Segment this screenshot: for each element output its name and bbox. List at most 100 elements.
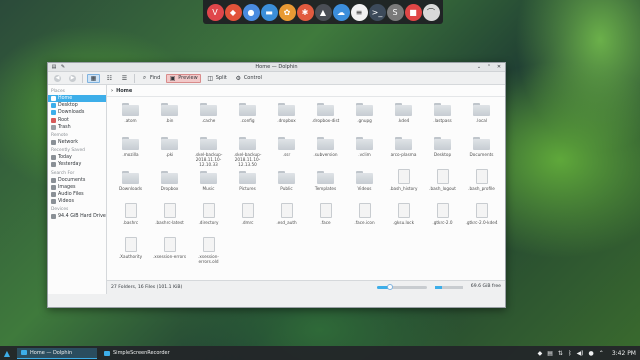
back-button[interactable]: ◀: [52, 74, 63, 83]
taskbar-task[interactable]: Home — Dolphin: [17, 347, 97, 359]
folder-item[interactable]: arco-plasma: [384, 133, 423, 167]
clipboard-tray-icon[interactable]: ▤: [547, 350, 553, 357]
folder-item[interactable]: .subversion: [306, 133, 345, 167]
find-button[interactable]: ⌕ Find: [139, 74, 162, 83]
file-item[interactable]: .gtkrc-2.0: [423, 201, 462, 235]
breadcrumb-home[interactable]: Home: [116, 88, 132, 94]
vivaldi-icon[interactable]: V: [206, 3, 224, 21]
compact-view-button[interactable]: ☷: [104, 74, 115, 83]
file-item[interactable]: .gtkrc-2.0-kde4: [462, 201, 501, 235]
file-item[interactable]: .gksu.lock: [384, 201, 423, 235]
application-launcher-icon[interactable]: ▲: [0, 346, 14, 360]
folder-item[interactable]: Dropbox: [150, 167, 189, 201]
title-bar[interactable]: ▤ ✎ Home — Dolphin ⌄ ⌃ ✕: [48, 63, 505, 72]
folder-item[interactable]: .cache: [189, 99, 228, 133]
cloud-icon[interactable]: ☁: [332, 3, 350, 21]
file-item[interactable]: .xsession-errors: [150, 235, 189, 269]
network-tray-icon[interactable]: ⇅: [558, 350, 563, 357]
folder-icon: [200, 101, 217, 116]
basket-icon[interactable]: ✿: [278, 3, 296, 21]
sidebar-item-home[interactable]: Home: [48, 95, 106, 103]
details-view-button[interactable]: ☰: [119, 74, 130, 83]
folder-item[interactable]: Documents: [462, 133, 501, 167]
split-button[interactable]: ◫ Split: [205, 74, 229, 83]
breadcrumb[interactable]: › Home: [107, 85, 505, 97]
folder-item[interactable]: .mozilla: [111, 133, 150, 167]
chromium-icon[interactable]: ●: [242, 3, 260, 21]
preview-button[interactable]: ▣ Preview: [166, 73, 201, 83]
power-icon[interactable]: ⌒: [422, 3, 440, 21]
gitlab-icon[interactable]: ◆: [224, 3, 242, 21]
window-menu-icon[interactable]: ▤: [51, 64, 57, 70]
sidebar-item-trash[interactable]: Trash: [48, 124, 106, 131]
folder-item[interactable]: Public: [267, 167, 306, 201]
file-item[interactable]: .xsession-errors.old: [189, 235, 228, 269]
volume-tray-icon[interactable]: ◀): [577, 350, 584, 357]
maximize-icon[interactable]: ⌃: [486, 64, 492, 70]
folder-item[interactable]: .vclim: [345, 133, 384, 167]
folder-item[interactable]: .dropbox-dist: [306, 99, 345, 133]
folder-item[interactable]: .bin: [150, 99, 189, 133]
file-item[interactable]: .bashrc: [111, 201, 150, 235]
zoom-slider-handle[interactable]: [386, 284, 393, 290]
file-item[interactable]: .bash_history: [384, 167, 423, 201]
settings-icon[interactable]: ✱: [296, 3, 314, 21]
sidebar-item-94-4-gib-hard-drive[interactable]: 94.4 GiB Hard Drive: [48, 213, 106, 220]
sidebar-item-yesterday[interactable]: Yesterday: [48, 161, 106, 168]
sidebar-item-videos[interactable]: Videos: [48, 198, 106, 205]
taskbar-task[interactable]: SimpleScreenRecorder: [100, 348, 180, 359]
document-icon[interactable]: ≡: [350, 3, 368, 21]
folder-item[interactable]: .pki: [150, 133, 189, 167]
sublime-icon[interactable]: S: [386, 3, 404, 21]
updates-tray-icon[interactable]: ●: [589, 350, 594, 357]
sidebar-item-root[interactable]: Root: [48, 117, 106, 124]
zoom-slider[interactable]: [377, 284, 427, 290]
file-item[interactable]: .face: [306, 201, 345, 235]
folder-item[interactable]: .config: [228, 99, 267, 133]
close-icon[interactable]: ✕: [496, 64, 502, 70]
bluetooth-tray-icon[interactable]: ᛒ: [568, 350, 572, 357]
folder-item[interactable]: .skel-backup-2018.11.10-12.10.33: [189, 133, 228, 167]
pin-icon[interactable]: ✎: [60, 64, 66, 70]
folder-item[interactable]: Desktop: [423, 133, 462, 167]
clock[interactable]: 3:42 PM: [612, 350, 636, 357]
file-item[interactable]: .esd_auth: [267, 201, 306, 235]
sidebar-item-images[interactable]: Images: [48, 184, 106, 191]
minimize-icon[interactable]: ⌄: [476, 64, 482, 70]
file-item[interactable]: .dmrc: [228, 201, 267, 235]
sidebar-item-documents[interactable]: Documents: [48, 177, 106, 184]
control-button[interactable]: ⚙ Control: [233, 74, 264, 83]
folder-item[interactable]: Music: [189, 167, 228, 201]
folder-item[interactable]: .local: [462, 99, 501, 133]
file-item[interactable]: .directory: [189, 201, 228, 235]
folder-item[interactable]: Videos: [345, 167, 384, 201]
inkscape-icon[interactable]: ▲: [314, 3, 332, 21]
sidebar-item-network[interactable]: Network: [48, 139, 106, 146]
folder-item[interactable]: .dropbox: [267, 99, 306, 133]
folder-item[interactable]: .ssr: [267, 133, 306, 167]
folder-item[interactable]: .atom: [111, 99, 150, 133]
file-item[interactable]: .bashrc-latest: [150, 201, 189, 235]
sidebar-item-today[interactable]: Today: [48, 154, 106, 161]
folder-item[interactable]: Downloads: [111, 167, 150, 201]
file-item[interactable]: .Xauthority: [111, 235, 150, 269]
expand-tray-icon[interactable]: ⌃: [599, 350, 604, 357]
icons-view-button[interactable]: ▦: [87, 73, 100, 83]
folder-item[interactable]: Templates: [306, 167, 345, 201]
folder-item[interactable]: Pictures: [228, 167, 267, 201]
folder-item[interactable]: .lastpass: [423, 99, 462, 133]
file-item[interactable]: .bash_logout: [423, 167, 462, 201]
terminal-icon[interactable]: >_: [368, 3, 386, 21]
file-item[interactable]: .face.icon: [345, 201, 384, 235]
files-icon[interactable]: ▬: [260, 3, 278, 21]
sidebar-item-audio-files[interactable]: Audio Files: [48, 191, 106, 198]
folder-item[interactable]: .skel-backup-2018.11.10-12.13.50: [228, 133, 267, 167]
folder-item[interactable]: .kde4: [384, 99, 423, 133]
dropbox-tray-icon[interactable]: ◆: [538, 350, 543, 357]
file-item[interactable]: .bash_profile: [462, 167, 501, 201]
recorder-icon[interactable]: ■: [404, 3, 422, 21]
sidebar-item-desktop[interactable]: Desktop: [48, 102, 106, 109]
folder-item[interactable]: .gnupg: [345, 99, 384, 133]
forward-button[interactable]: ▶: [67, 74, 78, 83]
sidebar-item-downloads[interactable]: Downloads: [48, 109, 106, 116]
